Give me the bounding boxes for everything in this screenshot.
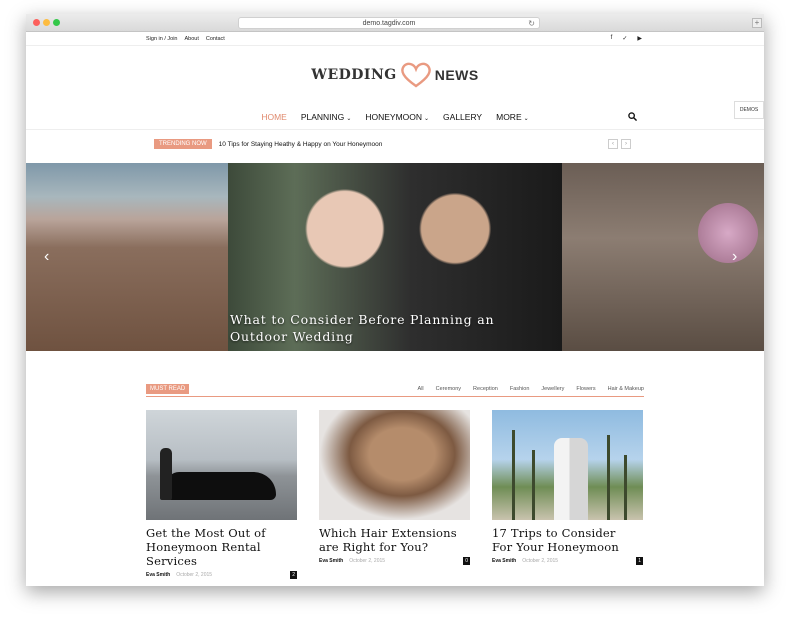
article-meta: Eva Smith October 2, 2015 2	[146, 571, 297, 579]
nav-label: GALLERY	[443, 112, 483, 122]
chevron-down-icon: ⌄	[523, 116, 529, 122]
author-name[interactable]: Eva Smith	[146, 572, 170, 578]
heart-logo-icon	[400, 62, 431, 88]
address-bar[interactable]: demo.tagdiv.com ↻	[238, 17, 540, 29]
article-title[interactable]: Which Hair Extensions are Right for You?	[319, 526, 470, 554]
comment-count-badge[interactable]: 1	[636, 557, 643, 565]
nav-label: MORE	[496, 112, 522, 122]
article-thumbnail[interactable]	[492, 410, 643, 520]
title-line: Services	[146, 554, 198, 568]
comment-count-badge[interactable]: 2	[290, 571, 297, 579]
post-date: October 2, 2015	[349, 558, 386, 564]
car-shape	[166, 472, 276, 500]
reload-icon[interactable]: ↻	[528, 18, 535, 29]
caption-line-2: Outdoor Wedding	[230, 329, 354, 344]
palm-shape	[624, 455, 627, 520]
article-card[interactable]: 17 Trips to Consider For Your Honeymoon …	[492, 410, 643, 578]
comment-count-badge[interactable]: 0	[463, 557, 470, 565]
trending-nav: ‹ ›	[608, 139, 631, 149]
chevron-down-icon: ⌄	[424, 116, 430, 122]
title-line: Get the Most Out of	[146, 526, 266, 540]
logo-text-news: NEWS	[434, 67, 479, 83]
title-line: Honeymoon Rental	[146, 540, 261, 554]
filter-flowers[interactable]: Flowers	[576, 386, 595, 392]
url-text: demo.tagdiv.com	[362, 20, 416, 27]
filter-reception[interactable]: Reception	[473, 386, 498, 392]
title-line: For Your Honeymoon	[492, 540, 619, 554]
nav-item-planning[interactable]: PLANNING ⌄	[301, 112, 352, 122]
nav-label: HONEYMOON	[365, 112, 423, 122]
main-nav: HOME PLANNING ⌄ HONEYMOON ⌄ GALLERY MORE ⌄	[26, 112, 764, 122]
nav-item-home[interactable]: HOME	[261, 112, 287, 122]
article-meta: Eva Smith October 2, 2015 0	[319, 557, 470, 565]
article-meta: Eva Smith October 2, 2015 1	[492, 557, 643, 565]
nav-item-honeymoon[interactable]: HONEYMOON ⌄	[365, 112, 429, 122]
article-thumbnail[interactable]	[146, 410, 297, 520]
slide-beach-image	[26, 163, 228, 351]
minimize-window-button[interactable]	[43, 19, 50, 26]
title-line: 17 Trips to Consider	[492, 526, 616, 540]
logo-text-wedding: WEDDING	[311, 67, 397, 83]
trending-next-button[interactable]: ›	[621, 139, 631, 149]
article-card[interactable]: Get the Most Out of Honeymoon Rental Ser…	[146, 410, 297, 579]
chevron-down-icon: ⌄	[346, 116, 352, 122]
author-name[interactable]: Eva Smith	[492, 558, 516, 564]
article-title[interactable]: 17 Trips to Consider For Your Honeymoon	[492, 526, 643, 554]
top-bar: Sign in / Join About Contact f ✓ ▶	[26, 32, 764, 46]
palm-shape	[512, 430, 515, 520]
new-tab-button[interactable]: +	[752, 18, 762, 28]
caption-line-1: What to Consider Before Planning an	[230, 312, 495, 327]
trending-prev-button[interactable]: ‹	[608, 139, 618, 149]
contact-link[interactable]: Contact	[206, 36, 225, 42]
filter-fashion[interactable]: Fashion	[510, 386, 530, 392]
maximize-window-button[interactable]	[53, 19, 60, 26]
filter-ceremony[interactable]: Ceremony	[436, 386, 461, 392]
couple-shape	[554, 438, 588, 520]
nav-label: HOME	[261, 112, 287, 122]
trending-headline[interactable]: 10 Tips for Staying Heathy & Happy on Yo…	[219, 141, 383, 148]
header-divider	[26, 129, 764, 130]
demos-button[interactable]: DEMOS	[734, 101, 764, 119]
article-cards: Get the Most Out of Honeymoon Rental Ser…	[146, 410, 643, 579]
site-logo[interactable]: WEDDING NEWS	[26, 62, 764, 88]
hero-slider: ‹ › What to Consider Before Planning an …	[26, 163, 764, 351]
article-card[interactable]: Which Hair Extensions are Right for You?…	[319, 410, 470, 578]
signin-link[interactable]: Sign in / Join	[146, 36, 178, 42]
nav-item-gallery[interactable]: GALLERY	[443, 112, 482, 122]
slider-next-icon[interactable]: ›	[732, 248, 737, 266]
article-title[interactable]: Get the Most Out of Honeymoon Rental Ser…	[146, 526, 297, 568]
trending-bar: TRENDING NOW 10 Tips for Staying Heathy …	[154, 139, 382, 149]
filter-jewellery[interactable]: Jewellery	[541, 386, 564, 392]
must-read-badge: MUST READ	[146, 384, 190, 394]
palm-shape	[532, 450, 535, 520]
filter-hair-makeup[interactable]: Hair & Makeup	[608, 386, 644, 392]
must-read-header: MUST READ All Ceremony Reception Fashion…	[146, 384, 644, 397]
close-window-button[interactable]	[33, 19, 40, 26]
youtube-icon[interactable]: ▶	[637, 35, 642, 42]
nav-item-more[interactable]: MORE ⌄	[496, 112, 529, 122]
article-thumbnail[interactable]	[319, 410, 470, 520]
bouquet-shape	[698, 203, 758, 263]
browser-chrome: demo.tagdiv.com ↻ +	[26, 14, 764, 32]
trending-badge: TRENDING NOW	[154, 139, 212, 149]
search-icon[interactable]	[628, 112, 638, 123]
category-filters: All Ceremony Reception Fashion Jewellery…	[418, 386, 644, 392]
post-date: October 2, 2015	[176, 572, 213, 578]
post-date: October 2, 2015	[522, 558, 559, 564]
slider-prev-icon[interactable]: ‹	[44, 248, 49, 266]
chauffeur-shape	[160, 448, 172, 500]
palm-shape	[607, 435, 610, 520]
slide-caption[interactable]: What to Consider Before Planning an Outd…	[230, 311, 494, 345]
author-name[interactable]: Eva Smith	[319, 558, 343, 564]
browser-window: demo.tagdiv.com ↻ + Sign in / Join About…	[26, 14, 764, 586]
nav-label: PLANNING	[300, 112, 345, 122]
filter-all[interactable]: All	[418, 386, 424, 392]
facebook-icon[interactable]: f	[611, 35, 613, 42]
about-link[interactable]: About	[185, 36, 199, 42]
title-line: Which Hair Extensions	[319, 526, 457, 540]
title-line: are Right for You?	[319, 540, 429, 554]
twitter-icon[interactable]: ✓	[622, 35, 627, 42]
